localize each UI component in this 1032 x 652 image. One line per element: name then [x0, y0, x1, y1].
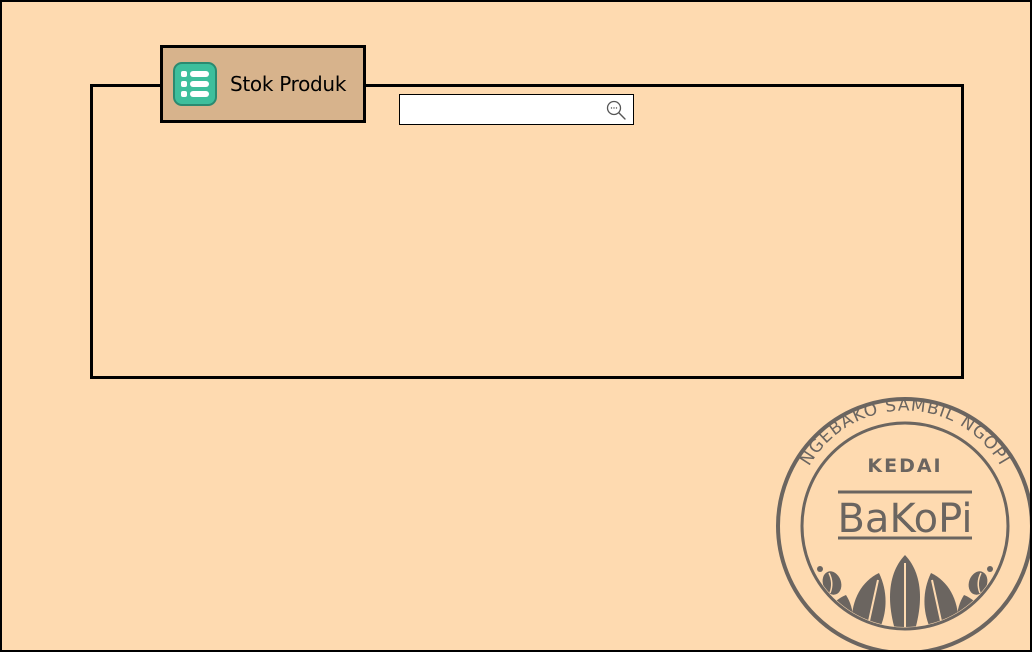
logo-top-text: KEDAI [867, 455, 942, 477]
app-window: Stok Produk NGEBAKO SAMBIL NGOPI KEDAI B… [0, 0, 1032, 652]
logo-brand-text: BaKoPi [837, 496, 972, 542]
page-title: Stok Produk [230, 72, 347, 96]
title-tab: Stok Produk [160, 45, 366, 123]
coffee-leaves-icon [804, 555, 1006, 627]
kedai-bakopi-logo: NGEBAKO SAMBIL NGOPI KEDAI BaKoPi [776, 395, 1030, 650]
search-box [399, 94, 634, 125]
search-input[interactable] [402, 97, 610, 121]
search-icon[interactable] [605, 99, 627, 121]
list-icon [173, 62, 217, 106]
stock-panel [90, 84, 964, 379]
